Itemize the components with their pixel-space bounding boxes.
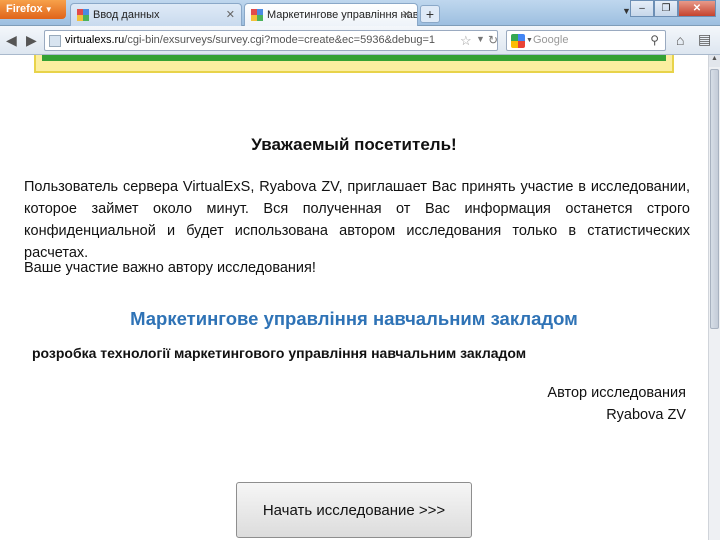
close-tab-icon[interactable]: ✕ <box>402 8 411 21</box>
maximize-button[interactable]: ❐ <box>654 0 678 17</box>
google-icon[interactable] <box>511 34 525 48</box>
new-tab-button[interactable]: + <box>420 5 440 23</box>
survey-subtitle: розробка технології маркетингового управ… <box>32 345 527 361</box>
forward-icon[interactable]: ▶ <box>26 32 37 49</box>
header-banner <box>34 55 674 73</box>
tab-marketing-survey[interactable]: Маркетингове управління навчальн... ✕ <box>244 3 418 26</box>
author-label: Автор исследования <box>547 385 686 401</box>
greeting-heading: Уважаемый посетитель! <box>251 135 457 154</box>
window-controls: – ❐ ✕ <box>630 0 716 17</box>
tab-data-entry[interactable]: Ввод данных ✕ <box>70 3 242 26</box>
chevron-down-icon: ▼ <box>44 5 53 14</box>
address-site: virtualexs.ru <box>65 34 125 46</box>
back-icon[interactable]: ◀ <box>6 32 17 49</box>
bookmarks-icon[interactable]: ▤ <box>698 31 711 48</box>
tab-title: Ввод данных <box>93 9 160 21</box>
importance-text: Ваше участие важно автору исследования! <box>24 260 316 276</box>
search-placeholder: Google <box>533 34 569 46</box>
navigation-bar: ◀ ▶ virtualexs.ru/cgi-bin/exsurveys/surv… <box>0 26 720 55</box>
page-favicon-icon <box>77 9 89 21</box>
intro-paragraph: Пользователь сервера VirtualExS, Ryabova… <box>24 179 690 261</box>
tab-title: Маркетингове управління навчальн... <box>267 9 418 21</box>
page-scrollbar[interactable]: ▲ <box>708 55 720 540</box>
reload-icon[interactable]: ↻ <box>488 33 498 47</box>
site-identity-icon[interactable] <box>49 35 61 47</box>
survey-title: Маркетингове управління навчальним закла… <box>130 308 578 329</box>
firefox-menu-label: Firefox <box>6 3 43 15</box>
tab-bar: Firefox ▼ Ввод данных ✕ Маркетингове упра… <box>0 0 720 26</box>
search-engine-dropdown-icon[interactable]: ▼ <box>526 37 533 44</box>
search-icon[interactable]: ⚲ <box>650 33 659 47</box>
history-dropdown-icon[interactable]: ▼ <box>476 34 485 44</box>
page-favicon-icon <box>251 9 263 21</box>
close-window-button[interactable]: ✕ <box>678 0 716 17</box>
home-icon[interactable]: ⌂ <box>676 32 684 48</box>
header-banner-bar <box>42 55 666 61</box>
scrollbar-thumb[interactable] <box>710 69 719 329</box>
page-content: Уважаемый посетитель! Пользователь серве… <box>0 55 708 540</box>
search-input[interactable]: ▼ Google ⚲ <box>506 30 666 51</box>
address-path: /cgi-bin/exsurveys/survey.cgi?mode=creat… <box>124 34 436 46</box>
minimize-button[interactable]: – <box>630 0 654 17</box>
scroll-up-icon[interactable]: ▲ <box>709 55 720 67</box>
start-survey-button[interactable]: Начать исследование >>> <box>236 482 472 538</box>
close-tab-icon[interactable]: ✕ <box>226 8 235 21</box>
bookmark-star-icon[interactable]: ☆ <box>460 33 472 49</box>
author-name: Ryabova ZV <box>606 407 686 423</box>
firefox-menu-button[interactable]: Firefox ▼ <box>0 0 66 19</box>
address-bar[interactable]: virtualexs.ru/cgi-bin/exsurveys/survey.c… <box>44 30 498 51</box>
